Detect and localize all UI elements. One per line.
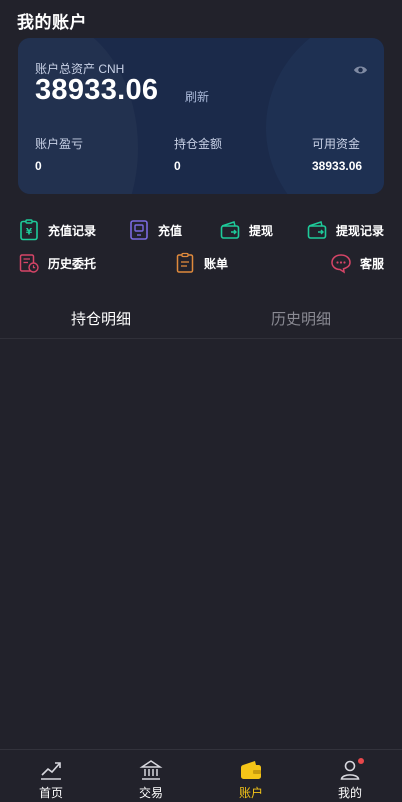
customer-service-icon [331, 254, 351, 274]
position-amount-label: 持仓金额 [174, 137, 223, 151]
wallet-withdraw-icon [220, 221, 240, 239]
customer-service-label: 客服 [360, 256, 385, 271]
account-summary-card: 账户总资产 CNH 38933.06 刷新 账户盈亏 0 持仓金额 0 可用资金… [18, 38, 384, 194]
withdraw-label: 提现 [249, 223, 274, 238]
recharge-button[interactable]: 充值 [128, 219, 182, 241]
nav-mine[interactable]: 我的 [300, 750, 400, 802]
tab-positions[interactable]: 持仓明细 [71, 308, 131, 329]
history-order-icon [19, 254, 39, 273]
position-amount-value: 0 [174, 159, 181, 173]
withdraw-record-button[interactable]: 提现记录 [306, 219, 384, 241]
nav-trade-label: 交易 [138, 786, 163, 800]
chart-trend-icon [41, 762, 61, 780]
history-order-label: 历史委托 [48, 256, 97, 271]
customer-service-button[interactable]: 客服 [330, 252, 384, 274]
profit-loss-value: 0 [35, 159, 42, 173]
notification-badge [358, 758, 364, 764]
withdraw-record-label: 提现记录 [336, 223, 385, 238]
bank-icon [139, 760, 163, 780]
available-funds-value: 38933.06 [312, 159, 363, 173]
page-title: 我的账户 [17, 13, 87, 32]
withdraw-button[interactable]: 提现 [219, 219, 273, 241]
bill-icon [176, 252, 194, 273]
nav-home[interactable]: 首页 [1, 750, 101, 802]
recharge-record-button[interactable]: ¥ 充值记录 [18, 219, 96, 241]
position-tabs: 持仓明细 历史明细 [0, 300, 402, 339]
withdraw-record-icon [307, 221, 327, 239]
recharge-icon [130, 220, 148, 240]
nav-trade[interactable]: 交易 [101, 750, 201, 802]
recharge-record-label: 充值记录 [48, 223, 97, 238]
svg-text:¥: ¥ [26, 228, 33, 238]
nav-account-label: 账户 [238, 786, 263, 800]
bill-label: 账单 [204, 256, 229, 271]
eye-icon[interactable] [353, 64, 368, 76]
nav-mine-label: 我的 [337, 786, 362, 800]
bill-button[interactable]: 账单 [174, 252, 228, 274]
bottom-navigation: 首页 交易 账户 我的 [0, 749, 402, 802]
nav-home-label: 首页 [38, 786, 63, 800]
history-order-button[interactable]: 历史委托 [18, 252, 96, 274]
recharge-record-icon: ¥ [20, 219, 38, 241]
wallet-icon [241, 761, 261, 779]
profit-loss-label: 账户盈亏 [35, 137, 84, 151]
refresh-button[interactable]: 刷新 [185, 88, 209, 105]
recharge-label: 充值 [158, 223, 183, 238]
tab-history[interactable]: 历史明细 [271, 308, 331, 329]
total-assets-value: 38933.06 [35, 74, 159, 106]
available-funds-label: 可用资金 [312, 137, 361, 151]
nav-account[interactable]: 账户 [201, 750, 301, 802]
